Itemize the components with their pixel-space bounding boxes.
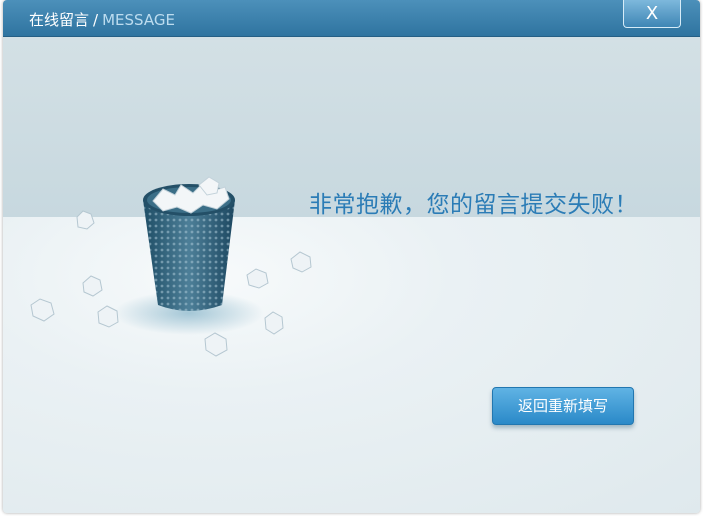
error-message: 非常抱歉，您的留言提交失败！ — [309, 192, 638, 218]
trash-bin-with-crumpled-paper-icon — [30, 176, 312, 357]
dialog-content: 非常抱歉，您的留言提交失败！ 返回重新填写 — [3, 37, 700, 513]
title-separator: / — [93, 11, 99, 29]
title-cn: 在线留言 — [29, 11, 90, 29]
close-icon: X — [645, 3, 659, 24]
close-button[interactable]: X — [623, 0, 681, 28]
title-bar: 在线留言 / MESSAGE X — [3, 0, 700, 37]
title-en: MESSAGE — [102, 11, 175, 29]
return-refill-button[interactable]: 返回重新填写 — [492, 387, 634, 425]
dialog-title: 在线留言 / MESSAGE — [29, 9, 175, 30]
message-dialog: 在线留言 / MESSAGE X 非常抱歉，您的留言提交失败！ 返回重新填写 — [3, 0, 700, 513]
